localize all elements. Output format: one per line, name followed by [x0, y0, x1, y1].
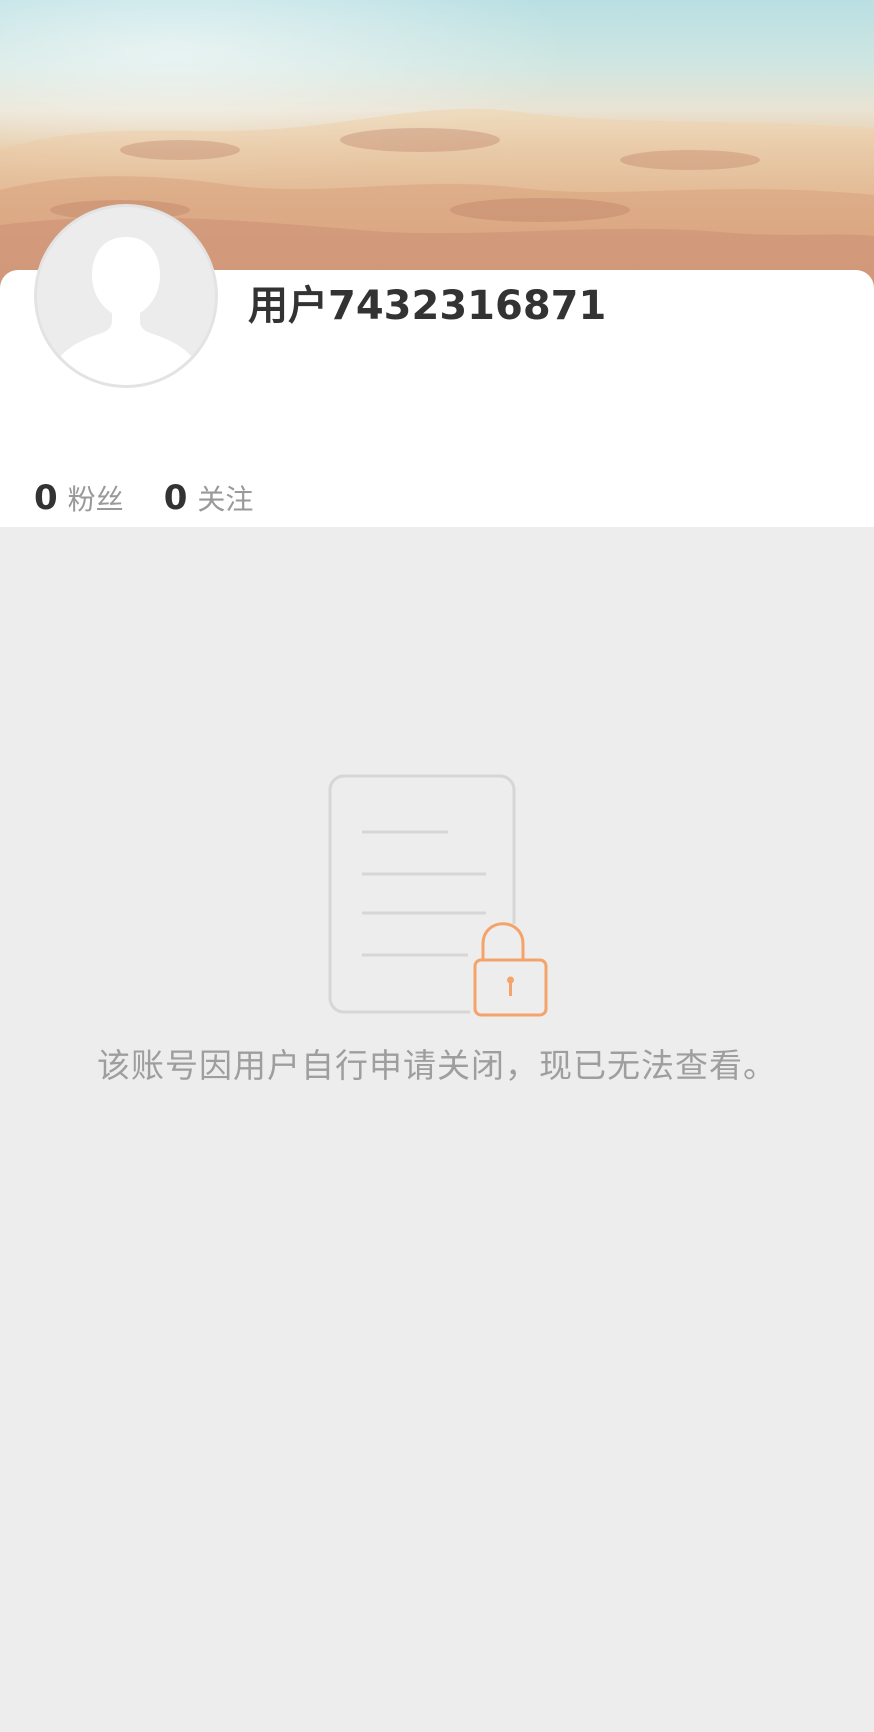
following-label: 关注 — [197, 483, 254, 516]
followers-stat[interactable]: 0 粉丝 — [34, 478, 124, 518]
following-stat[interactable]: 0 关注 — [164, 478, 254, 518]
locked-document-icon — [328, 774, 552, 1018]
account-closed-message: 该账号因用户自行申请关闭，现已无法查看。 — [97, 1046, 777, 1085]
username: 用户7432316871 — [248, 283, 607, 329]
following-count: 0 — [163, 478, 188, 518]
followers-count: 0 — [34, 478, 58, 518]
profile-stats: 0 粉丝 0 关注 — [34, 478, 293, 534]
followers-label: 粉丝 — [67, 483, 124, 516]
default-user-silhouette-icon — [34, 204, 218, 388]
